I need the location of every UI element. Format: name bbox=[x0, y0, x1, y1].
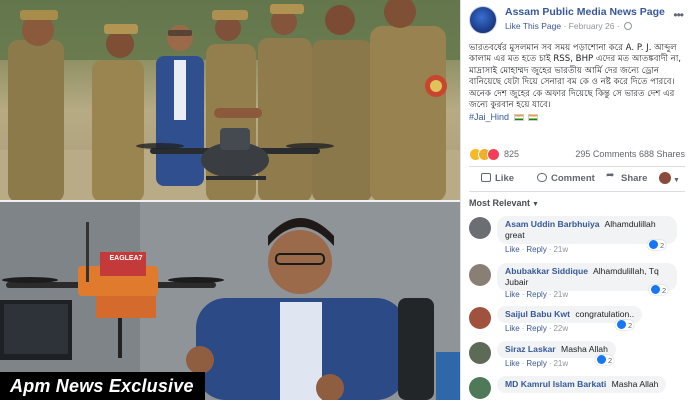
reaction-count[interactable]: 825 bbox=[504, 149, 519, 159]
drone-label: EAGLEA7 bbox=[109, 255, 143, 262]
like-reaction-icon bbox=[617, 320, 626, 329]
post-image[interactable]: EAGLEA7 Apm News Exclusive bbox=[0, 0, 460, 400]
photo-boy-with-drone: EAGLEA7 bbox=[0, 202, 460, 400]
comment-sort-dropdown[interactable]: Most Relevant ▼ bbox=[469, 198, 539, 208]
comment-text: Masha Allah bbox=[561, 344, 608, 354]
page-name-link[interactable]: Assam Public Media News Page bbox=[505, 6, 665, 18]
like-reaction-icon bbox=[651, 285, 660, 294]
comment-like-link[interactable]: Like bbox=[505, 245, 520, 254]
comment-text: Masha Allah bbox=[611, 379, 659, 389]
comment-item: MD Kamrul Islam Barkati Masha Allah bbox=[469, 376, 685, 400]
share-button-label: Share bbox=[621, 173, 648, 184]
comment-bubble: MD Kamrul Islam Barkati Masha Allah bbox=[497, 376, 667, 393]
comment-like-link[interactable]: Like bbox=[505, 290, 520, 299]
comment-time[interactable]: 22w bbox=[553, 324, 568, 333]
comment-author[interactable]: Asam Uddin Barbhuiya bbox=[505, 219, 600, 229]
shares-count[interactable]: 688 Shares bbox=[639, 149, 685, 159]
reaction-identity-selector[interactable]: ▼ bbox=[659, 172, 680, 185]
comment-time[interactable]: 21w bbox=[553, 290, 568, 299]
comment-item: Abubakkar Siddique Alhamdulillah, Tq Jub… bbox=[469, 263, 685, 301]
comment-icon bbox=[537, 173, 547, 182]
share-button[interactable]: Share bbox=[606, 170, 648, 184]
thumbs-up-icon bbox=[481, 173, 491, 182]
like-button-label: Like bbox=[495, 173, 515, 184]
post-header: Assam Public Media News Page Like This P… bbox=[469, 6, 685, 38]
comment-share-counts: 295 Comments 688 Shares bbox=[575, 149, 685, 159]
comment-reply-link[interactable]: Reply bbox=[526, 359, 546, 368]
comment-actions: Like · Reply · 21w bbox=[505, 359, 568, 368]
commenter-avatar[interactable] bbox=[469, 342, 491, 364]
comment-reply-link[interactable]: Reply bbox=[526, 290, 546, 299]
facebook-post-panel: Assam Public Media News Page Like This P… bbox=[460, 0, 690, 400]
comment-reply-link[interactable]: Reply bbox=[526, 245, 546, 254]
dot-separator: · bbox=[521, 359, 525, 368]
comment-actions: Like · Reply · 21w bbox=[505, 290, 568, 299]
dot-separator: · bbox=[521, 324, 525, 333]
comment-item: Siraz Laskar Masha Allah 2 Like · Reply · 21… bbox=[469, 341, 685, 371]
chevron-down-icon: ▼ bbox=[673, 177, 680, 184]
comment-sort-label: Most Relevant bbox=[469, 198, 531, 208]
comment-time[interactable]: 21w bbox=[553, 359, 568, 368]
comment-button-label: Comment bbox=[551, 173, 595, 184]
like-button[interactable]: Like bbox=[481, 173, 514, 184]
like-reaction-icon bbox=[649, 240, 658, 249]
comments-count[interactable]: 295 Comments bbox=[575, 149, 636, 159]
comment-like-count[interactable]: 2 bbox=[647, 240, 667, 250]
exclusive-banner: Apm News Exclusive bbox=[0, 372, 205, 400]
comment-like-count[interactable]: 2 bbox=[649, 285, 669, 295]
dot-separator: · bbox=[521, 290, 525, 299]
comment-like-link[interactable]: Like bbox=[505, 359, 520, 368]
sort-chevron-down-icon: ▼ bbox=[532, 201, 539, 208]
comment-like-count[interactable]: 2 bbox=[595, 355, 615, 365]
comment-author[interactable]: MD Kamrul Islam Barkati bbox=[505, 379, 606, 389]
share-icon bbox=[606, 170, 617, 182]
dot-separator-2: · bbox=[548, 245, 552, 254]
meta-separator-2: · bbox=[616, 21, 623, 31]
viewer-avatar bbox=[659, 172, 671, 184]
dot-separator-2: · bbox=[548, 324, 552, 333]
globe-icon bbox=[624, 22, 633, 30]
comment-like-number: 2 bbox=[662, 286, 667, 295]
comment-like-number: 2 bbox=[608, 356, 613, 365]
commenter-avatar[interactable] bbox=[469, 377, 491, 399]
post-meta: Like This Page · February 26 · bbox=[505, 21, 633, 31]
comment-reply-link[interactable]: Reply bbox=[526, 324, 546, 333]
dot-separator: · bbox=[521, 245, 525, 254]
comment-time[interactable]: 21w bbox=[553, 245, 568, 254]
comment-author[interactable]: Saijul Babu Kwt bbox=[505, 309, 570, 319]
comment-text: congratulation.. bbox=[575, 309, 635, 319]
comment-actions: Like · Reply · 22w bbox=[505, 324, 568, 333]
commenter-avatar[interactable] bbox=[469, 307, 491, 329]
more-options-icon[interactable]: ••• bbox=[673, 8, 684, 22]
commenter-avatar[interactable] bbox=[469, 264, 491, 286]
comment-like-number: 2 bbox=[628, 321, 633, 330]
dot-separator-2: · bbox=[548, 359, 552, 368]
comment-item: Saijul Babu Kwt congratulation.. 2 Like ·… bbox=[469, 306, 685, 336]
comment-author[interactable]: Abubakkar Siddique bbox=[505, 266, 588, 276]
india-flag-icon bbox=[513, 114, 524, 121]
post-action-bar: Like Comment Share ▼ bbox=[469, 166, 685, 192]
like-reaction-icon bbox=[597, 355, 606, 364]
post-date[interactable]: February 26 bbox=[569, 21, 615, 31]
comment-author[interactable]: Siraz Laskar bbox=[505, 344, 556, 354]
comment-actions: Like · Reply · 21w bbox=[505, 245, 568, 254]
like-page-link[interactable]: Like This Page bbox=[505, 21, 561, 31]
comment-like-number: 2 bbox=[660, 241, 665, 250]
reaction-summary: 825 295 Comments 688 Shares bbox=[469, 148, 685, 162]
lab-scene bbox=[0, 202, 460, 400]
post-hashtag-line: #Jai_Hind bbox=[469, 112, 539, 122]
page-avatar[interactable] bbox=[469, 6, 497, 34]
officers-scene bbox=[0, 0, 460, 202]
comment-item: Asam Uddin Barbhuiya Alhamdulillah great… bbox=[469, 216, 685, 254]
dot-separator-2: · bbox=[548, 290, 552, 299]
hashtag-link[interactable]: #Jai_Hind bbox=[469, 112, 509, 122]
commenter-avatar[interactable] bbox=[469, 217, 491, 239]
post-body: ভারতবর্ষের মুসলমান সব সময় পড়াশোনা করে … bbox=[469, 43, 682, 111]
photo-officers-with-drone bbox=[0, 0, 460, 202]
comment-like-link[interactable]: Like bbox=[505, 324, 520, 333]
comment-like-count[interactable]: 2 bbox=[615, 320, 635, 330]
love-reaction-icon bbox=[487, 148, 500, 161]
india-flag-icon-2 bbox=[528, 114, 539, 121]
